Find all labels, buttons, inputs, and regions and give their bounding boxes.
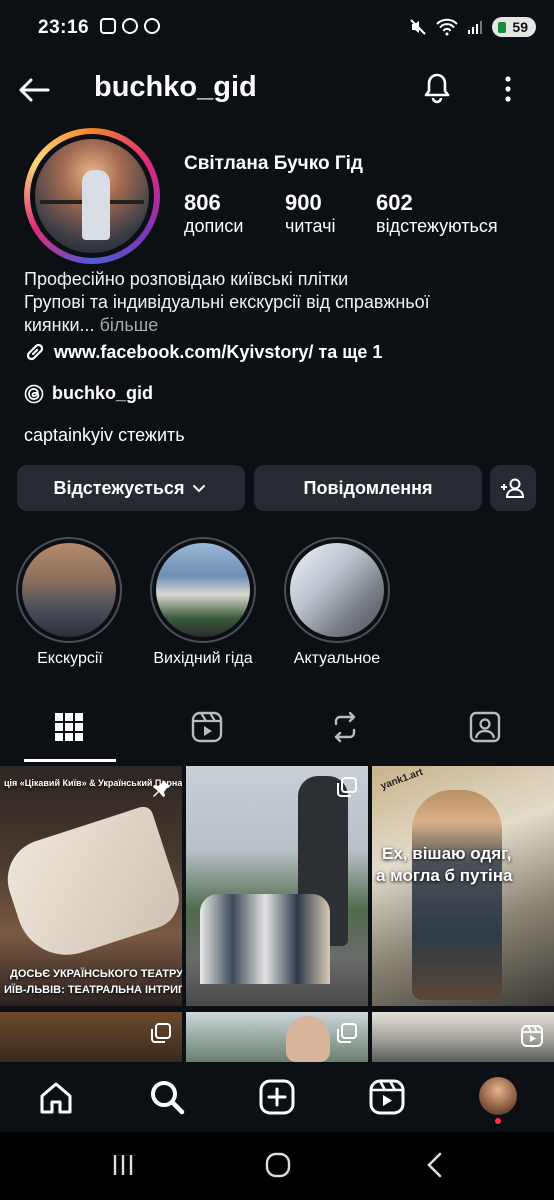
highlight-actual[interactable] <box>284 537 390 643</box>
highlight-ring <box>150 537 256 643</box>
recent-apps-icon[interactable] <box>110 1152 136 1178</box>
highlight-ring <box>284 537 390 643</box>
carousel-icon <box>337 1023 357 1043</box>
mute-icon <box>410 19 427 35</box>
bio-line-2: Групові та індивідуальні екскурсії від с… <box>24 292 430 312</box>
screenshot-icon <box>100 18 116 34</box>
status-system-icons: 59 <box>409 17 536 37</box>
followed-by-suffix: стежить <box>118 425 185 445</box>
viber-icon <box>122 18 138 34</box>
carousel-icon <box>151 1023 171 1043</box>
stat-followers-count: 900 <box>285 190 322 215</box>
post-image-face <box>286 1016 330 1062</box>
battery-indicator: 59 <box>492 17 536 37</box>
signal-icon <box>468 21 483 34</box>
stat-following-count: 602 <box>376 190 413 215</box>
pinned-icon <box>153 780 170 797</box>
highlight-ring <box>16 537 122 643</box>
profile-link-text: www.facebook.com/Kyivstory/ та ще 1 <box>54 341 383 362</box>
post-tile-6[interactable] <box>372 1012 554 1062</box>
home-icon[interactable] <box>38 1080 74 1116</box>
bio-line-1: Професійно розповідаю київські плітки <box>24 269 349 289</box>
threads-username: buchko_gid <box>52 383 154 403</box>
profile-header <box>0 60 554 120</box>
profile-bio: Професійно розповідаю київські плітки Гр… <box>24 268 534 337</box>
stat-posts-count: 806 <box>184 190 221 215</box>
chevron-down-icon <box>193 485 206 493</box>
bio-line-3-text: киянки... <box>24 315 95 335</box>
bio-more-link[interactable]: більше <box>100 315 159 335</box>
stat-following[interactable]: 602 відстежуються <box>376 190 498 237</box>
bio-line-3: киянки... більше <box>24 314 534 337</box>
post-tile-3[interactable]: yank1.art Ех, вішаю одяг, а могла б путі… <box>372 766 554 1006</box>
highlight-label: Екскурсії <box>37 650 103 667</box>
grid-icon[interactable] <box>52 710 86 744</box>
profile-nav-avatar[interactable] <box>479 1077 517 1115</box>
following-button-label: Відстежується <box>53 477 185 498</box>
stat-followers-label: читачі <box>285 216 336 236</box>
highlight-label: Вихідний гіда <box>153 650 253 667</box>
highlight-excursions[interactable] <box>16 537 122 643</box>
add-person-icon <box>501 478 525 498</box>
avatar-photo-person <box>82 170 110 240</box>
stat-posts-label: дописи <box>184 216 244 236</box>
post-watermark: yank1.art <box>379 766 425 793</box>
highlight-cover <box>22 543 116 637</box>
threads-icon <box>24 384 44 403</box>
more-options-icon[interactable] <box>496 73 520 105</box>
threads-badge[interactable]: buchko_gid <box>24 383 153 404</box>
post-image-gloves <box>0 804 182 968</box>
post-meme-line-2: а могла б путіна <box>376 866 513 885</box>
reels-icon[interactable] <box>190 710 224 744</box>
post-tile-4[interactable] <box>0 1012 182 1062</box>
home-button-icon[interactable] <box>264 1151 292 1179</box>
back-arrow-icon[interactable] <box>16 72 52 108</box>
status-notification-icons <box>100 18 160 34</box>
wifi-icon <box>436 18 459 36</box>
profile-link[interactable]: www.facebook.com/Kyivstory/ та ще 1 <box>24 341 382 363</box>
message-button[interactable]: Повідомлення <box>254 465 482 511</box>
post-image-group <box>200 894 330 984</box>
followed-by-user: captainkyiv <box>24 425 114 445</box>
post-tile-2[interactable] <box>186 766 368 1006</box>
post-caption-bottom-2: ИЇВ-ЛЬВІВ: ТЕАТРАЛЬНА ІНТРИГА <box>4 984 182 996</box>
post-caption-bottom-1: ДОСЬЄ УКРАЇНСЬКОГО ТЕАТРУ. <box>10 968 182 980</box>
tagged-icon[interactable] <box>468 710 502 744</box>
post-image-woman <box>412 790 502 1000</box>
link-chain-icon <box>26 343 44 361</box>
suggest-people-button[interactable] <box>490 465 536 511</box>
stat-following-label: відстежуються <box>376 216 498 236</box>
reposts-icon[interactable] <box>328 710 362 744</box>
post-meme-line-1: Ех, вішаю одяг, <box>382 844 512 863</box>
notifications-bell-icon[interactable] <box>420 71 454 105</box>
highlight-cover <box>156 543 250 637</box>
reels-nav-icon[interactable] <box>368 1078 406 1116</box>
following-button[interactable]: Відстежується <box>17 465 245 511</box>
create-post-icon[interactable] <box>258 1078 296 1116</box>
stat-posts[interactable]: 806 дописи <box>184 190 243 237</box>
highlight-label: Актуальное <box>293 650 381 667</box>
highlight-guide-weekend[interactable] <box>150 537 256 643</box>
message-button-label: Повідомлення <box>303 477 433 498</box>
notification-dot <box>495 1118 501 1124</box>
display-name: Світлана Бучко Гід <box>184 153 363 174</box>
back-button-icon[interactable] <box>422 1151 448 1179</box>
post-tile-5[interactable] <box>186 1012 368 1062</box>
active-tab-indicator <box>24 759 116 762</box>
profile-username: buchko_gid <box>94 71 257 103</box>
reel-indicator-icon <box>521 1025 543 1047</box>
viber-icon-2 <box>144 18 160 34</box>
followed-by[interactable]: captainkyiv стежить <box>24 425 185 446</box>
post-tile-1[interactable]: ція «Цікавий Київ» & Український Парнас … <box>0 766 182 1006</box>
highlight-cover <box>290 543 384 637</box>
search-icon[interactable] <box>148 1078 186 1116</box>
carousel-icon <box>337 777 357 797</box>
status-time: 23:16 <box>38 17 90 38</box>
stat-followers[interactable]: 900 читачі <box>285 190 335 237</box>
